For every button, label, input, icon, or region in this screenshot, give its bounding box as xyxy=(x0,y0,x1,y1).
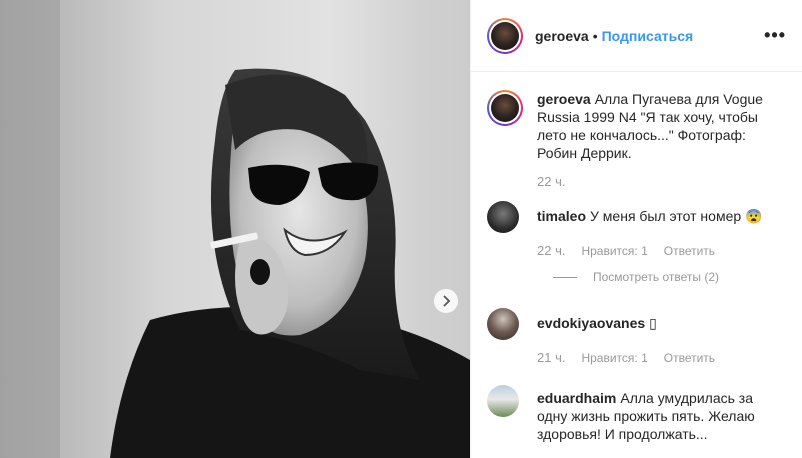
avatar[interactable] xyxy=(487,385,519,417)
separator-dot: • xyxy=(592,27,598,44)
timestamp[interactable]: 22 ч. xyxy=(537,243,565,258)
comment-item: timaleo У меня был этот номер 😨 xyxy=(487,201,786,233)
caption-row: geroeva Алла Пугачева для Vogue Russia 19… xyxy=(487,90,786,162)
caption-meta: 22 ч. xyxy=(537,174,786,189)
comment-meta: 22 ч. Нравится: 1 Ответить xyxy=(537,243,786,258)
comment-text: timaleo У меня был этот номер 😨 xyxy=(537,201,762,225)
replies-divider xyxy=(553,276,577,278)
view-replies-label: Посмотреть ответы (2) xyxy=(593,270,720,284)
comment-username[interactable]: timaleo xyxy=(537,208,586,224)
comment-text: eduardhaim Алла умудрилась за одну жизнь … xyxy=(537,385,786,443)
timestamp[interactable]: 22 ч. xyxy=(537,174,565,189)
next-photo-button[interactable] xyxy=(434,289,458,313)
comment-body: ▯ xyxy=(649,315,657,331)
comment-username[interactable]: evdokiyaovanes xyxy=(537,315,645,331)
avatar[interactable] xyxy=(487,201,519,233)
comments-list: geroeva Алла Пугачева для Vogue Russia 19… xyxy=(471,72,802,443)
likes-count[interactable]: Нравится: 1 xyxy=(581,244,647,258)
caption-text: geroeva Алла Пугачева для Vogue Russia 19… xyxy=(537,90,786,162)
reply-button[interactable]: Ответить xyxy=(664,244,715,258)
post-header: geroeva • Подписаться ••• xyxy=(471,0,802,72)
view-replies-button[interactable]: Посмотреть ответы (2) xyxy=(553,270,786,284)
caption-username[interactable]: geroeva xyxy=(537,91,591,107)
post-panel: geroeva • Подписаться ••• geroeva Алла Пу… xyxy=(470,0,802,458)
comment-username[interactable]: eduardhaim xyxy=(537,390,616,406)
header-username[interactable]: geroeva xyxy=(535,28,589,44)
likes-count[interactable]: Нравится: 1 xyxy=(581,351,647,365)
comment-meta: 21 ч. Нравится: 1 Ответить xyxy=(537,350,786,365)
comment-item: eduardhaim Алла умудрилась за одну жизнь … xyxy=(487,385,786,443)
chevron-right-icon xyxy=(443,295,451,307)
reply-button[interactable]: Ответить xyxy=(664,351,715,365)
avatar[interactable] xyxy=(487,17,523,54)
avatar[interactable] xyxy=(487,308,519,340)
more-icon[interactable]: ••• xyxy=(764,25,786,46)
comment-item: evdokiyaovanes ▯ xyxy=(487,308,786,340)
photo-image xyxy=(0,0,470,458)
timestamp[interactable]: 21 ч. xyxy=(537,350,565,365)
comment-body: У меня был этот номер 😨 xyxy=(590,208,763,224)
post-photo[interactable] xyxy=(0,0,470,458)
comment-text: evdokiyaovanes ▯ xyxy=(537,308,657,332)
follow-button[interactable]: Подписаться xyxy=(602,28,694,44)
avatar[interactable] xyxy=(487,90,523,126)
